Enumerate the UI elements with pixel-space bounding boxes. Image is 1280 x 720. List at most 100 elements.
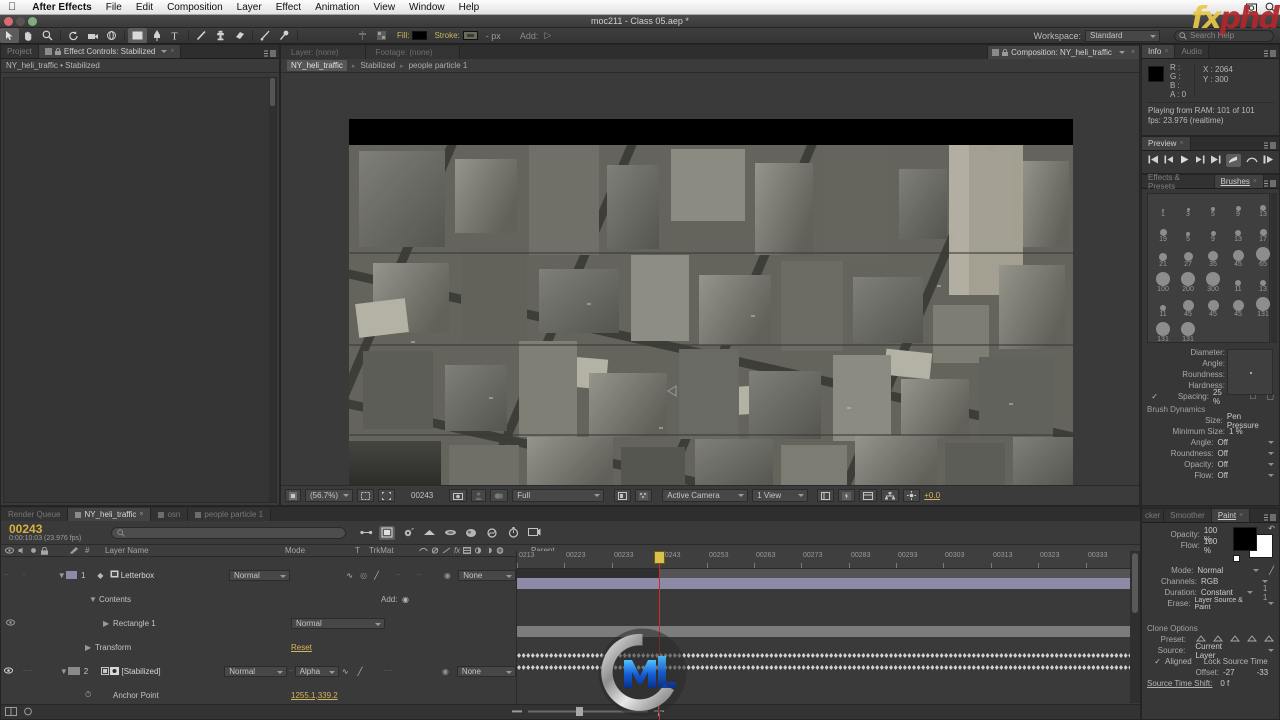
layer-bar-stabilized[interactable]	[517, 626, 1130, 637]
brush-size-cell[interactable]: 9	[1226, 197, 1250, 218]
keyframe-marker[interactable]	[861, 653, 866, 658]
comp-flowchart-button[interactable]	[881, 489, 900, 502]
exposure-value[interactable]: +0.0	[924, 491, 940, 500]
collapse-toggle[interactable]: ◎	[360, 571, 367, 580]
menu-item-help[interactable]: Help	[452, 0, 487, 15]
contents-expand-arrow[interactable]: ▼	[89, 595, 99, 604]
keyframe-marker[interactable]	[916, 653, 921, 658]
keyframe-marker[interactable]	[746, 653, 751, 658]
keyframe-marker[interactable]	[944, 653, 949, 658]
breadcrumb-item-people-particle[interactable]: people particle 1	[409, 61, 468, 70]
layer1-mode-dropdown[interactable]: Normal	[228, 569, 291, 581]
tab-footage[interactable]: Footage: (none)	[365, 46, 460, 59]
rectangle1-mode-dropdown[interactable]: Normal	[291, 617, 385, 629]
always-preview-button[interactable]	[285, 489, 301, 502]
source-time-shift-row[interactable]: Source Time Shift: 0 f	[1142, 678, 1279, 689]
keyframe-marker[interactable]	[930, 653, 935, 658]
menu-item-effect[interactable]: Effect	[269, 0, 308, 15]
keyframe-marker[interactable]	[792, 653, 797, 658]
close-button[interactable]	[4, 17, 13, 26]
keyframe-marker[interactable]	[609, 653, 613, 658]
keyframe-marker[interactable]	[714, 665, 719, 670]
menu-item-view[interactable]: View	[367, 0, 403, 15]
tab-layer[interactable]: Layer: (none)	[281, 46, 366, 59]
unified-camera-tool[interactable]	[102, 28, 121, 43]
list-item[interactable]: ▼ Contents Add: ◉	[1, 593, 516, 605]
prev-frame-button[interactable]	[1164, 155, 1175, 166]
lock-icon[interactable]	[54, 48, 61, 55]
keyframe-marker[interactable]	[1054, 665, 1059, 670]
brush-size-cell[interactable]: 9	[1201, 222, 1225, 243]
keyframe-marker[interactable]	[1114, 653, 1119, 658]
keyframe-marker[interactable]	[774, 665, 778, 670]
keyframe-marker[interactable]	[833, 653, 838, 658]
keyframe-marker[interactable]	[595, 665, 600, 670]
layer2-expand-arrow[interactable]: ▼	[59, 667, 68, 676]
source-time-shift-value[interactable]: 0 f	[1220, 679, 1229, 688]
keyframe-marker[interactable]	[535, 665, 540, 670]
keyframe-marker[interactable]	[622, 665, 627, 670]
keyframe-marker[interactable]	[820, 653, 824, 658]
effect-controls-scrollbar[interactable]	[269, 78, 276, 502]
keyframe-marker[interactable]	[884, 665, 889, 670]
mb-toggle[interactable]: ⎯	[417, 570, 421, 580]
keyframe-marker[interactable]	[1004, 665, 1008, 670]
keyframe-marker[interactable]	[650, 665, 655, 670]
lock-icon[interactable]	[1002, 49, 1009, 56]
keyframe-marker[interactable]	[764, 653, 769, 658]
keyframe-marker[interactable]	[1082, 665, 1087, 670]
brush-size-cell[interactable]: 11	[1151, 297, 1175, 318]
fast-previews-button[interactable]	[838, 489, 856, 502]
hand-tool[interactable]	[19, 28, 38, 43]
close-icon[interactable]: ×	[1131, 49, 1135, 56]
brushes-panel-menu-button[interactable]	[1264, 179, 1276, 188]
keyframe-marker[interactable]	[778, 665, 783, 670]
audio-toggle[interactable]: ⎯	[22, 570, 26, 580]
brush-size-grid[interactable]: 1 3 5 9 13 19 5 9 13 17 21 27 35 45 65 100 200 300 11 13 11 4…	[1147, 193, 1270, 343]
keyframe-marker[interactable]	[1063, 665, 1068, 670]
keyframe-marker[interactable]	[618, 653, 623, 658]
work-area-bar[interactable]	[517, 569, 1130, 578]
menu-item-edit[interactable]: Edit	[129, 0, 160, 15]
keyframe-marker[interactable]	[632, 653, 636, 658]
tab-paint[interactable]: Paint ×	[1211, 509, 1251, 522]
keyframe-marker[interactable]	[1050, 653, 1054, 658]
hide-shy-layers-icon[interactable]	[400, 526, 416, 540]
resolution-dropdown[interactable]: Full	[512, 489, 605, 502]
motion-blur-icon[interactable]	[442, 526, 458, 540]
keyframe-marker[interactable]	[613, 653, 618, 658]
keyframe-marker[interactable]	[829, 653, 834, 658]
shape-tool[interactable]	[128, 28, 147, 43]
keyframe-marker[interactable]	[935, 665, 939, 670]
pen-tool[interactable]	[147, 28, 166, 43]
keyframe-marker[interactable]	[682, 665, 686, 670]
keyframe-marker[interactable]	[1027, 665, 1031, 670]
quality-toggle-2[interactable]: ╱	[358, 667, 363, 676]
keyframe-marker[interactable]	[586, 665, 590, 670]
keyframe-marker[interactable]	[609, 665, 613, 670]
keyframe-marker[interactable]	[912, 665, 916, 670]
brush-size-cell[interactable]: 300	[1201, 272, 1225, 293]
anchor-point-value[interactable]: 1255.1,339.2	[291, 691, 338, 700]
keyframe-marker[interactable]	[935, 653, 939, 658]
keyframe-marker[interactable]	[976, 653, 981, 658]
keyframe-marker[interactable]	[728, 653, 732, 658]
keyframe-marker[interactable]	[820, 665, 824, 670]
keyframe-marker[interactable]	[627, 653, 632, 658]
layer2-trkmat-dropdown[interactable]: Alpha	[294, 665, 339, 677]
comp-renderer-icon[interactable]	[526, 526, 542, 540]
brush-tool[interactable]	[192, 28, 211, 43]
workspace-dropdown[interactable]: Standard	[1085, 29, 1160, 42]
current-time-display[interactable]: 00243 0:00:10:03 (23.976 fps)	[1, 523, 111, 543]
keyframe-marker[interactable]	[787, 653, 792, 658]
keyframe-marker[interactable]	[1036, 665, 1041, 670]
keyframe-marker[interactable]	[971, 653, 976, 658]
keyframe-marker[interactable]	[686, 665, 691, 670]
add-menu-icon[interactable]: ◉	[402, 595, 409, 604]
brush-size-cell[interactable]: 21	[1151, 247, 1175, 268]
keyframe-marker[interactable]	[783, 665, 788, 670]
keyframe-marker[interactable]	[852, 653, 857, 658]
list-item[interactable]: ▶ Rectangle 1 Normal	[1, 617, 516, 629]
keyframe-marker[interactable]	[953, 653, 958, 658]
keyframe-marker[interactable]	[576, 665, 581, 670]
